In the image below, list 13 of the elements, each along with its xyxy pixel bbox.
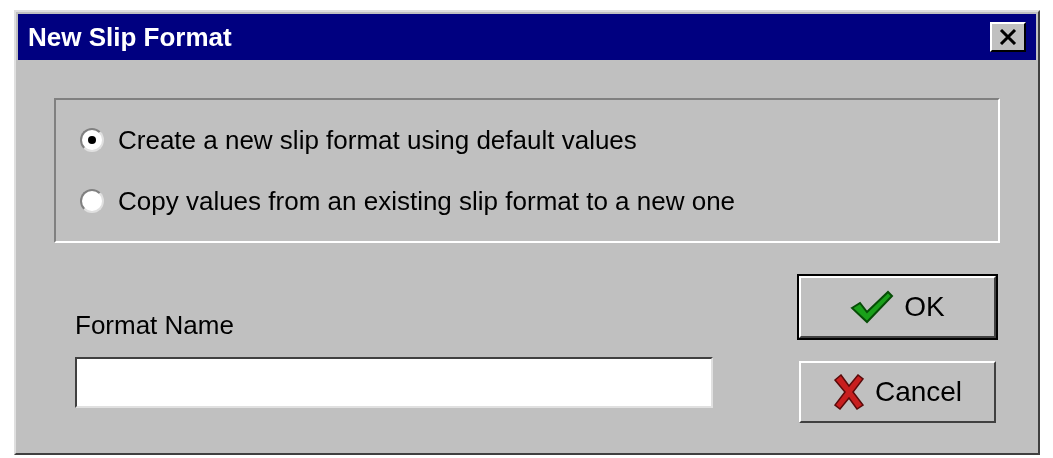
- checkmark-icon: [850, 290, 895, 324]
- cross-icon: [832, 374, 865, 410]
- cancel-button[interactable]: Cancel: [799, 361, 996, 423]
- radio-label: Copy values from an existing slip format to a new one: [118, 184, 736, 218]
- radio-button[interactable]: [80, 189, 104, 213]
- close-icon: [999, 29, 1017, 45]
- field-label: Format Name: [75, 309, 235, 342]
- window-title: New Slip Format: [28, 20, 232, 54]
- radio-label: Create a new slip format using default values: [118, 123, 637, 157]
- format-name-field[interactable]: [75, 357, 713, 408]
- radio-button[interactable]: [80, 128, 104, 152]
- ok-button[interactable]: OK: [799, 276, 996, 338]
- close-button[interactable]: [990, 22, 1026, 52]
